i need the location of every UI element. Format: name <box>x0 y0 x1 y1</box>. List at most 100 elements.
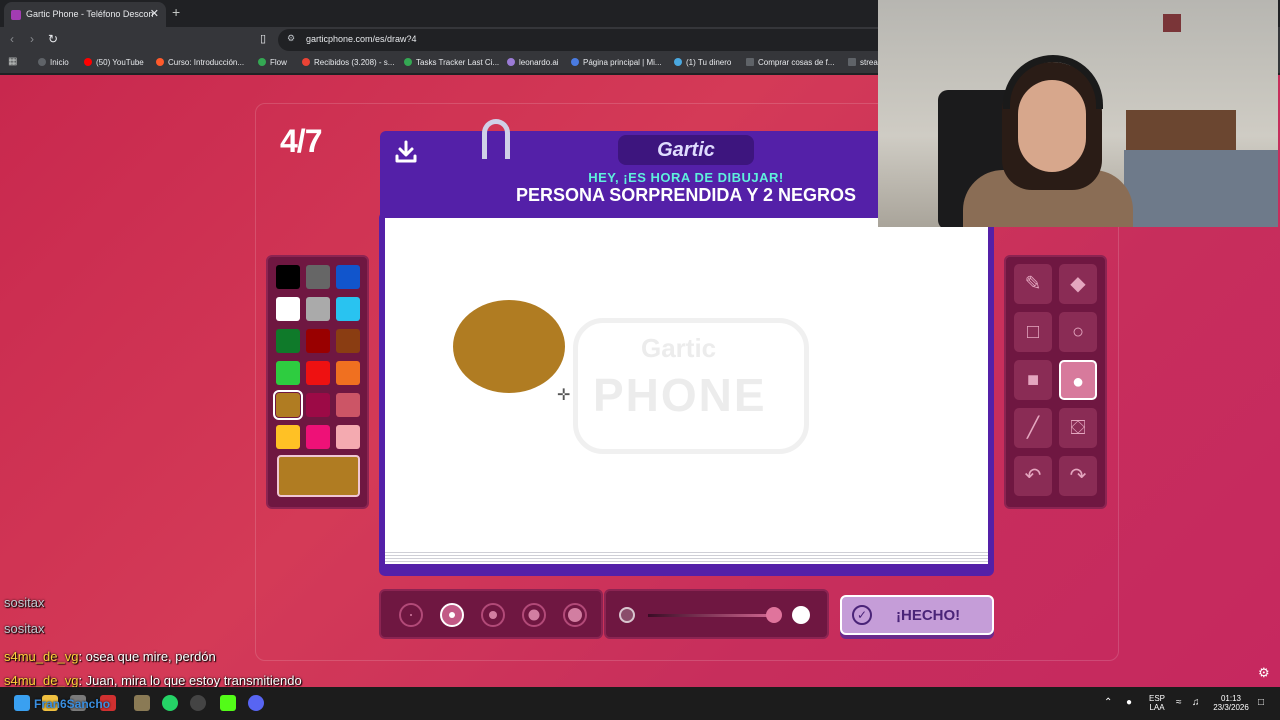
color-swatch[interactable] <box>306 329 330 353</box>
chat-message: s4mu_de_vg: osea que mire, perdón <box>4 649 216 664</box>
color-swatch[interactable] <box>276 297 300 321</box>
draw-subtitle: HEY, ¡ES HORA DE DIBUJAR! <box>588 170 784 185</box>
eraser-icon[interactable]: ◆ <box>1059 264 1097 304</box>
ellipse-outline-icon[interactable]: ○ <box>1059 312 1097 352</box>
opacity-slider[interactable] <box>648 614 778 617</box>
tab-title: Gartic Phone - Teléfono Descon <box>26 9 154 19</box>
volume-icon[interactable]: ♫ <box>1192 697 1200 708</box>
discord-icon[interactable] <box>248 695 264 711</box>
brush-size-4[interactable] <box>522 603 546 627</box>
color-swatch[interactable] <box>273 390 303 420</box>
chat-message: s4mu_de_vg: Juan, mira lo que estoy tran… <box>4 673 302 688</box>
line-icon[interactable]: ╱ <box>1014 408 1052 448</box>
site-info-icon[interactable]: ⚙ <box>287 33 295 44</box>
wifi-icon[interactable]: ≈ <box>1176 697 1182 708</box>
bookmark-item[interactable]: (50) YouTube <box>84 58 144 67</box>
watermark-phone: PHONE <box>593 369 767 421</box>
bookmark-item[interactable]: Página principal | Mi... <box>571 58 662 67</box>
color-swatch[interactable] <box>306 265 330 289</box>
headset <box>1003 55 1103 109</box>
bookmark-folder[interactable]: strea <box>848 58 878 67</box>
microphone-icon[interactable]: ● <box>1126 697 1132 708</box>
done-button[interactable]: ✓ ¡HECHO! <box>840 595 994 635</box>
bookmark-favicon-icon <box>507 58 515 66</box>
color-swatch[interactable] <box>336 361 360 385</box>
undo-icon[interactable]: ↶ <box>1014 456 1052 496</box>
color-swatch[interactable] <box>336 297 360 321</box>
check-icon: ✓ <box>852 605 872 625</box>
new-tab-button[interactable]: + <box>172 4 180 20</box>
color-swatch[interactable] <box>306 425 330 449</box>
chat-message: sositax <box>4 595 45 610</box>
bookmark-item[interactable]: Tasks Tracker Last Ci... <box>404 58 499 67</box>
color-swatch[interactable] <box>336 329 360 353</box>
reload-icon[interactable]: ↻ <box>48 32 58 46</box>
apps-grid-icon[interactable]: ▦ <box>8 56 17 67</box>
opacity-slider-knob[interactable] <box>766 607 782 623</box>
brush-size-1[interactable] <box>399 603 423 627</box>
rectangle-fill-icon[interactable]: ■ <box>1014 360 1052 400</box>
draw-prompt: PERSONA SORPRENDIDA Y 2 NEGROS <box>515 185 857 205</box>
redo-icon[interactable]: ↷ <box>1059 456 1097 496</box>
bookmark-item[interactable]: Inicio <box>38 58 69 67</box>
bookmark-item[interactable]: (1) Tu dinero <box>674 58 731 67</box>
ellipse-fill-icon[interactable]: ● <box>1059 360 1097 400</box>
brush-size-3[interactable] <box>481 603 505 627</box>
notifications-icon[interactable]: □ <box>1258 697 1264 708</box>
tab-gartic[interactable]: Gartic Phone - Teléfono Descon ✕ <box>4 2 166 27</box>
color-swatch[interactable] <box>306 361 330 385</box>
forward-icon[interactable]: › <box>30 32 34 46</box>
bookmark-favicon-icon <box>258 58 266 66</box>
gartic-favicon-icon <box>11 10 21 20</box>
chat-message: sositax <box>4 621 45 636</box>
color-swatch[interactable] <box>306 297 330 321</box>
gear-icon[interactable]: ⚙ <box>1258 665 1270 681</box>
full-opacity-icon <box>792 606 810 624</box>
bookmark-favicon-icon <box>156 58 164 66</box>
bookmark-item[interactable]: Recibidos (3.208) - s... <box>302 58 394 67</box>
color-swatch[interactable] <box>336 425 360 449</box>
drawing-board: Gartic PHONE ✛ <box>379 212 994 576</box>
color-swatch[interactable] <box>276 361 300 385</box>
bookmark-favicon-icon <box>571 58 579 66</box>
color-swatch[interactable] <box>276 425 300 449</box>
color-swatch[interactable] <box>276 329 300 353</box>
app-icon[interactable] <box>134 695 150 711</box>
color-swatch[interactable] <box>336 265 360 289</box>
bed-headboard <box>1126 110 1236 150</box>
color-swatch[interactable] <box>306 393 330 417</box>
whatsapp-icon[interactable] <box>162 695 178 711</box>
download-icon[interactable] <box>393 139 419 165</box>
bookmark-item[interactable]: Curso: Introducción... <box>156 58 244 67</box>
brush-size-panel <box>379 589 603 639</box>
wall-frame <box>1163 14 1181 32</box>
obs-icon[interactable] <box>190 695 206 711</box>
bookmark-page-icon[interactable]: ▯ <box>260 32 266 45</box>
brush-size-2[interactable] <box>440 603 464 627</box>
brush-size-5[interactable] <box>563 603 587 627</box>
color-swatch[interactable] <box>336 393 360 417</box>
tray-expand-icon[interactable]: ⌃ <box>1104 697 1112 708</box>
opacity-panel <box>604 589 829 639</box>
drawing-canvas[interactable]: Gartic PHONE ✛ <box>385 218 988 550</box>
pencil-icon[interactable]: ✎ <box>1014 264 1052 304</box>
clock[interactable]: 01:13 23/3/2026 <box>1208 694 1254 712</box>
bookmark-favicon-icon <box>38 58 46 66</box>
bucket-icon[interactable]: ⛋ <box>1059 408 1097 448</box>
back-icon[interactable]: ‹ <box>10 32 14 46</box>
rectangle-outline-icon[interactable]: □ <box>1014 312 1052 352</box>
bookmark-favicon-icon <box>674 58 682 66</box>
gartic-logo: Gartic <box>657 139 715 161</box>
url-text: garticphone.com/es/draw?4 <box>306 34 417 44</box>
bookmark-folder[interactable]: Comprar cosas de f... <box>746 58 834 67</box>
language-indicator[interactable]: ESP LAA <box>1146 694 1168 712</box>
youtube-icon <box>84 58 92 66</box>
bookmark-item[interactable]: Flow <box>258 58 287 67</box>
kick-icon[interactable] <box>220 695 236 711</box>
bookmark-item[interactable]: leonardo.ai <box>507 58 559 67</box>
close-tab-icon[interactable]: ✕ <box>150 2 159 27</box>
tool-panel: ✎ ◆ □ ○ ■ ● ╱ ⛋ ↶ ↷ <box>1004 255 1107 509</box>
watermark-gartic: Gartic <box>641 333 717 363</box>
start-icon[interactable] <box>14 695 30 711</box>
color-swatch[interactable] <box>276 265 300 289</box>
